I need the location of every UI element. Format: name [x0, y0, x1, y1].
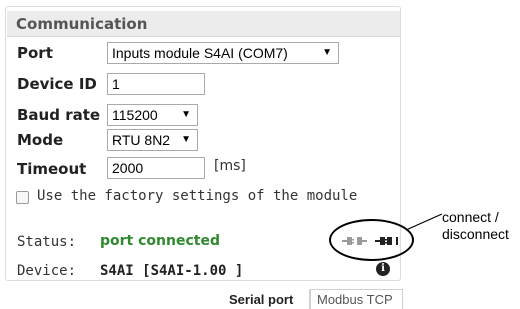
factory-settings-checkbox[interactable] — [16, 191, 29, 204]
dropdown-arrow-icon: ▼ — [181, 134, 191, 145]
mode-label: Mode — [17, 131, 64, 149]
port-select[interactable]: Inputs module S4AI (COM7) ▼ — [107, 42, 339, 64]
tab-modbus-tcp[interactable]: Modbus TCP — [310, 289, 403, 309]
dropdown-arrow-icon: ▼ — [181, 109, 191, 120]
dropdown-arrow-icon: ▼ — [322, 47, 332, 58]
baud-rate-label: Baud rate — [17, 106, 101, 124]
timeout-unit: [ms] — [214, 158, 246, 174]
info-icon[interactable]: i — [376, 262, 390, 276]
highlight-ellipse — [329, 219, 414, 261]
panel-title: Communication — [7, 11, 400, 37]
device-value: S4AI [S4AI-1.00 ] — [100, 263, 244, 279]
device-label: Device: — [17, 263, 77, 279]
tab-serial-port[interactable]: Serial port — [222, 289, 310, 309]
mode-value: RTU 8N2 — [112, 132, 171, 148]
mode-select[interactable]: RTU 8N2 ▼ — [107, 129, 198, 151]
annotation-line-2: disconnect — [442, 226, 509, 242]
status-value: port connected — [100, 233, 220, 249]
annotation-text: connect / disconnect — [442, 209, 509, 243]
baud-rate-select[interactable]: 115200 ▼ — [107, 104, 198, 126]
status-label: Status: — [17, 234, 77, 250]
port-select-value: Inputs module S4AI (COM7) — [112, 45, 288, 61]
port-label: Port — [17, 44, 53, 62]
device-id-label: Device ID — [17, 75, 97, 93]
annotation-line-1: connect / — [442, 209, 499, 225]
factory-settings-label: Use the factory settings of the module — [37, 188, 358, 204]
baud-rate-value: 115200 — [112, 107, 158, 123]
annotation-leader-line — [405, 213, 443, 231]
device-id-input[interactable]: 1 — [107, 73, 205, 95]
timeout-input[interactable]: 2000 — [107, 157, 205, 179]
timeout-label: Timeout — [17, 160, 87, 178]
